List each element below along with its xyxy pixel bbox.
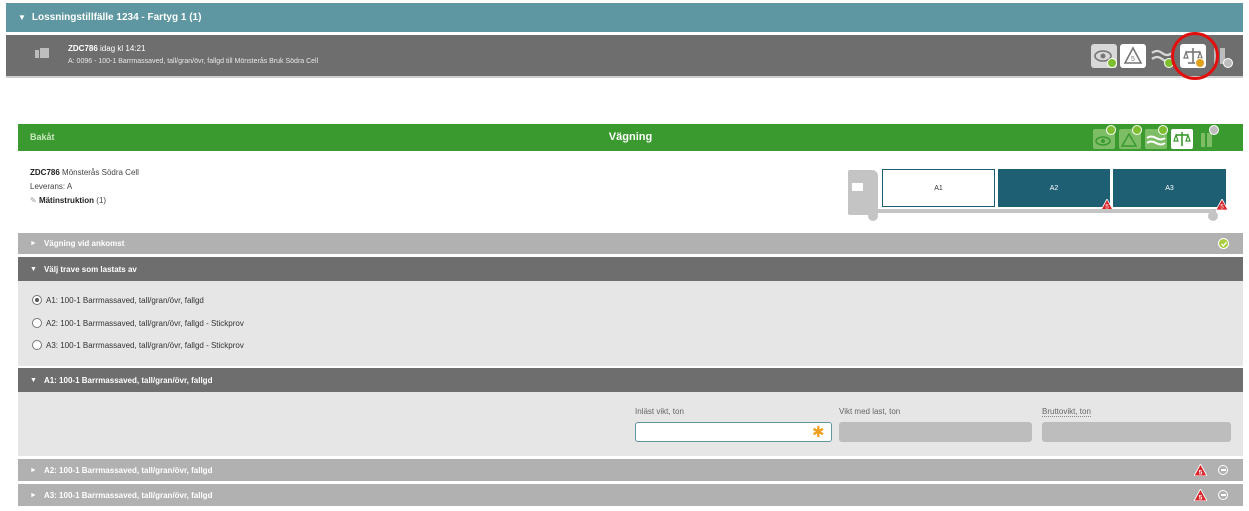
radio-button[interactable] (32, 318, 42, 328)
info-delivery: Leverans: A (30, 182, 73, 191)
warning-icon[interactable]: 5 (1120, 44, 1146, 68)
gross-weight-field (1042, 422, 1231, 442)
bay-a3[interactable]: A3 (1113, 169, 1226, 207)
svg-text:5: 5 (1131, 56, 1135, 63)
moisture-icon[interactable] (1145, 125, 1168, 149)
radio-button[interactable] (32, 340, 42, 350)
warning-icon: 5 (1194, 489, 1207, 501)
instruction-count: (1) (96, 196, 107, 205)
expand-triangle-icon: ► (30, 466, 37, 474)
warning-icon: 5 (1194, 464, 1207, 476)
collapse-triangle-icon: ▼ (18, 13, 26, 22)
pile-option-a3[interactable]: A3: 100-1 Barrmassaved, tall/gran/övr, f… (32, 340, 244, 350)
bay-a2[interactable]: A2 (998, 169, 1110, 207)
action-bar: Bakåt Vägning (18, 124, 1243, 151)
section-a3[interactable]: ► A3: 100-1 Barrmassaved, tall/gran/övr,… (18, 484, 1243, 506)
scale-icon[interactable] (1171, 129, 1193, 149)
section-choose-pile[interactable]: ▼ Välj trave som lastats av (18, 257, 1243, 281)
highlight-ring (1171, 32, 1219, 80)
unload-icon[interactable] (1197, 125, 1219, 149)
svg-text:5: 5 (1199, 469, 1203, 476)
required-icon: ✱ (812, 424, 825, 441)
gross-weight-label: Bruttovikt, ton (1042, 407, 1091, 417)
radio-button[interactable] (32, 295, 42, 305)
truck-diagram: A1 A2 A3 5 5 (848, 167, 1230, 229)
instruction-label: Mätinstruktion (38, 196, 95, 205)
info-vehicle: ZDC786 (30, 168, 60, 177)
info-destination: Mönsterås Södra Cell (62, 168, 139, 177)
section-label: A1: 100-1 Barrmassaved, tall/gran/övr, f… (43, 375, 213, 385)
transport-time: idag kl 14:21 (100, 44, 146, 53)
warning-icon[interactable] (1119, 125, 1142, 149)
loaded-weight-field (839, 422, 1032, 442)
pile-option-label: A3: 100-1 Barrmassaved, tall/gran/övr, f… (46, 340, 244, 350)
read-weight-label: Inläst vikt, ton (635, 407, 684, 416)
bay-a1[interactable]: A1 (882, 169, 995, 207)
read-weight-input[interactable] (635, 422, 832, 442)
pile-options-panel: A1: 100-1 Barrmassaved, tall/gran/övr, f… (18, 281, 1243, 366)
measure-instruction-link[interactable]: ✎ Mätinstruktion (1) (30, 196, 139, 205)
session-header[interactable]: ▼ Lossningstillfälle 1234 - Fartyg 1 (1) (6, 3, 1243, 32)
section-label: A3: 100-1 Barrmassaved, tall/gran/övr, f… (43, 490, 213, 500)
wheel (1208, 211, 1218, 221)
pile-option-label: A2: 100-1 Barrmassaved, tall/gran/övr, f… (46, 318, 244, 328)
truck-bed (874, 209, 1216, 213)
expand-triangle-icon: ► (30, 240, 37, 247)
pencil-icon: ✎ (30, 196, 37, 205)
wheel (868, 211, 878, 221)
collapse-triangle-icon: ▼ (30, 376, 37, 384)
svg-text:5: 5 (1199, 494, 1203, 501)
page-title: Vägning (608, 131, 653, 143)
section-label: A2: 100-1 Barrmassaved, tall/gran/övr, f… (43, 465, 213, 475)
section-label: Vägning vid ankomst (43, 239, 125, 248)
eye-icon[interactable] (1091, 44, 1117, 68)
check-icon (1218, 238, 1229, 249)
section-arrival-weighing[interactable]: ► Vägning vid ankomst (18, 233, 1243, 254)
pile-option-a1[interactable]: A1: 100-1 Barrmassaved, tall/gran/övr, f… (32, 295, 204, 305)
transport-vehicle: ZDC786 (68, 44, 98, 53)
eye-icon[interactable] (1093, 125, 1116, 149)
loaded-weight-label: Vikt med last, ton (839, 407, 901, 416)
warning-icon: 5 (1216, 199, 1228, 210)
expand-triangle-icon: ► (30, 491, 37, 499)
minus-circle-icon (1218, 490, 1228, 500)
pile-option-label: A1: 100-1 Barrmassaved, tall/gran/övr, f… (46, 295, 204, 305)
section-a1[interactable]: ▼ A1: 100-1 Barrmassaved, tall/gran/övr,… (18, 368, 1243, 392)
section-a2[interactable]: ► A2: 100-1 Barrmassaved, tall/gran/övr,… (18, 459, 1243, 481)
collapse-triangle-icon: ▼ (30, 265, 37, 273)
transport-row[interactable]: ZDC786 idag kl 14:21 A: 0096 - 100-1 Bar… (6, 35, 1243, 78)
minus-circle-icon (1218, 465, 1228, 475)
section-label: Välj trave som lastats av (43, 264, 137, 274)
session-title: Lossningstillfälle 1234 - Fartyg 1 (1) (31, 12, 202, 23)
transport-description: A: 0096 - 100-1 Barrmassaved, tall/gran/… (68, 58, 319, 65)
vehicle-info: ZDC786 Mönsterås Södra Cell Leverans: A … (30, 168, 139, 210)
truck-icon (35, 48, 49, 58)
pile-option-a2[interactable]: A2: 100-1 Barrmassaved, tall/gran/övr, f… (32, 318, 244, 328)
